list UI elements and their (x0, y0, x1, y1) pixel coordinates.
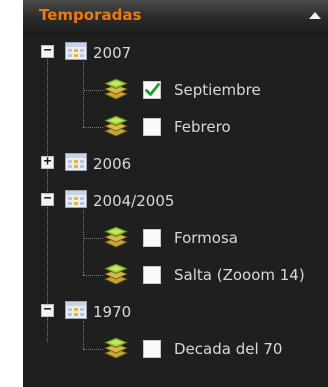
panel-header[interactable]: Temporadas (23, 0, 328, 35)
tree-layer-0-1[interactable]: Febrero (23, 113, 328, 141)
layer-checkbox[interactable] (143, 229, 161, 247)
tree-layer-label: Febrero (174, 118, 231, 136)
temporadas-panel: Temporadas − 2007 Septiembre Febrero +2006 − 2… (23, 0, 328, 387)
calendar-folder-icon (65, 190, 87, 208)
panel-title: Temporadas (39, 6, 142, 24)
tree-group-1[interactable]: +2006 (23, 150, 328, 178)
tree-layer-2-0[interactable]: Formosa (23, 224, 328, 252)
tree-group-3[interactable]: − 1970 (23, 298, 328, 326)
tree-group-0[interactable]: − 2007 (23, 39, 328, 67)
layer-checkbox[interactable] (143, 118, 161, 136)
tree-group-label: 2007 (93, 44, 132, 62)
tree-layer-label: Decada del 70 (174, 340, 283, 358)
tree-layer-0-0[interactable]: Septiembre (23, 76, 328, 104)
tree-group-label: 1970 (93, 303, 132, 321)
map-layer-icon (103, 226, 129, 248)
layer-checkbox[interactable] (143, 340, 161, 358)
tree-layer-2-1[interactable]: Salta (Zooom 14) (23, 261, 328, 289)
collapse-triangle-icon[interactable] (309, 12, 321, 19)
calendar-folder-icon (65, 153, 87, 171)
tree-group-2[interactable]: − 2004/2005 (23, 187, 328, 215)
map-layer-icon (103, 115, 129, 137)
layer-checkbox[interactable] (143, 266, 161, 284)
map-layer-icon (103, 263, 129, 285)
tree-layer-label: Formosa (174, 229, 238, 247)
calendar-folder-icon (65, 42, 87, 60)
map-layer-icon (103, 78, 129, 100)
expand-plus-icon[interactable]: + (41, 155, 54, 169)
collapse-minus-icon[interactable]: − (41, 192, 54, 206)
calendar-folder-icon (65, 301, 87, 319)
collapse-minus-icon[interactable]: − (41, 44, 54, 58)
tree-group-label: 2006 (93, 155, 132, 173)
seasons-tree: − 2007 Septiembre Febrero +2006 − 2004/2005 For… (23, 35, 328, 387)
map-layer-icon (103, 337, 129, 359)
layer-checkbox-checked[interactable] (143, 81, 161, 99)
tree-layer-3-0[interactable]: Decada del 70 (23, 335, 328, 363)
tree-layer-label: Salta (Zooom 14) (174, 266, 305, 284)
tree-group-label: 2004/2005 (93, 192, 175, 210)
tree-layer-label: Septiembre (174, 81, 261, 99)
collapse-minus-icon[interactable]: − (41, 303, 54, 317)
